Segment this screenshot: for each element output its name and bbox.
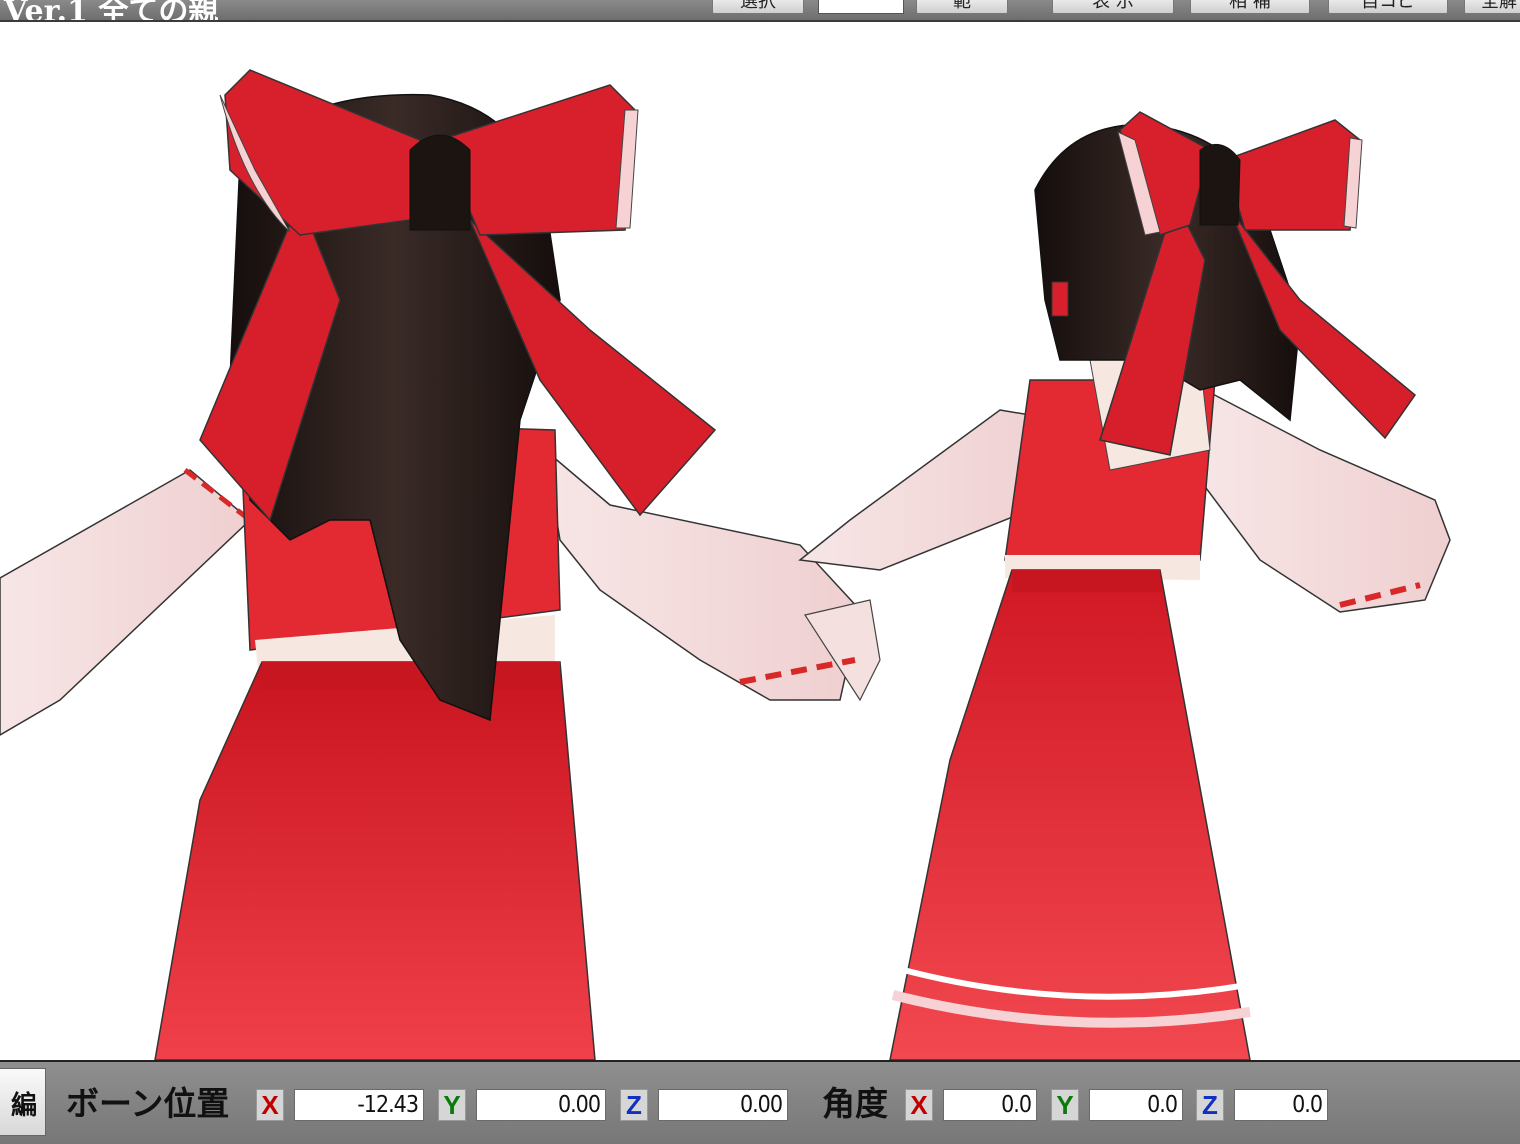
angle-x-field[interactable]: 0.0	[943, 1089, 1037, 1121]
position-y-field[interactable]: 0.00	[476, 1089, 606, 1121]
position-z-field[interactable]: 0.00	[658, 1089, 788, 1121]
select-button[interactable]: 選択	[712, 0, 804, 14]
bone-position-label: ボーン位置	[66, 1084, 230, 1123]
angle-label: 角度	[822, 1084, 888, 1123]
bone-edit-bar: 編 ボーン位置 X -12.43 Y 0.00 Z 0.00 角度 X 0.0 …	[0, 1060, 1520, 1144]
angle-y-axis-label: Y	[1051, 1089, 1079, 1121]
position-x-field[interactable]: -12.43	[294, 1089, 424, 1121]
position-y-axis-label: Y	[438, 1089, 466, 1121]
range-button[interactable]: 範	[916, 0, 1008, 14]
angle-x-axis-label: X	[905, 1089, 933, 1121]
edit-button[interactable]: 編	[0, 1068, 46, 1136]
angle-z-axis-label: Z	[1196, 1089, 1224, 1121]
3d-viewport[interactable]	[0, 22, 1520, 1060]
position-z-axis-label: Z	[620, 1089, 648, 1121]
position-x-axis-label: X	[256, 1089, 284, 1121]
window-title: Ver.1 全ての親	[4, 0, 219, 22]
release-all-button[interactable]: 全解	[1464, 0, 1520, 14]
angle-y-field[interactable]: 0.0	[1089, 1089, 1183, 1121]
top-toolbar: Ver.1 全ての親 選択 範 表 示 相 補 自コピ 全解	[0, 0, 1520, 22]
frame-field[interactable]	[818, 0, 904, 14]
model-render	[0, 69, 1451, 1060]
angle-z-field[interactable]: 0.0	[1234, 1089, 1328, 1121]
right-character	[798, 111, 1451, 1060]
copy-button[interactable]: 自コピ	[1328, 0, 1448, 14]
display-button[interactable]: 表 示	[1052, 0, 1174, 14]
complement-button[interactable]: 相 補	[1190, 0, 1310, 14]
left-character	[0, 69, 881, 1060]
